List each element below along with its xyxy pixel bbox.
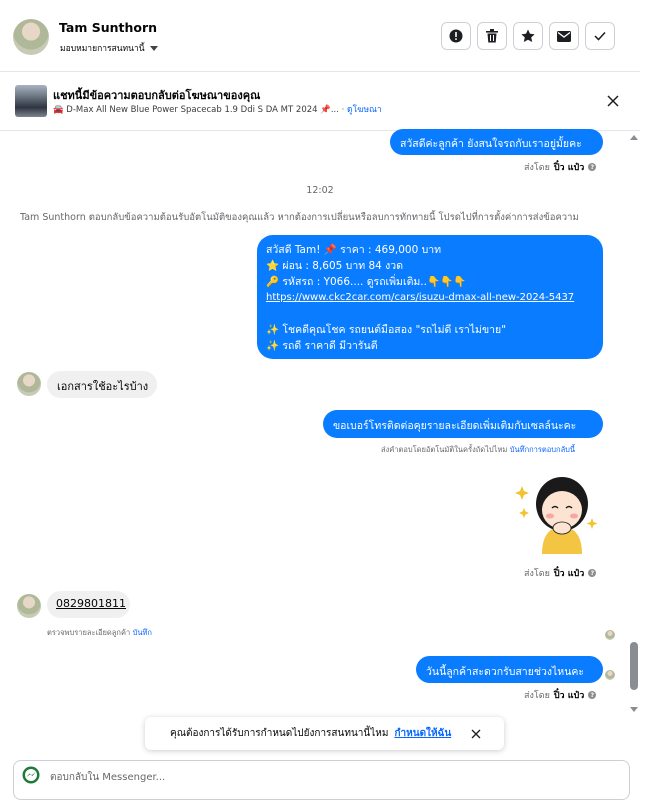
save-details-link[interactable]: บันทึก [133,628,152,637]
outgoing-message-listing[interactable]: สวัสดี Tam! 📌 ราคา : 469,000 บาท ⭐ ผ่อน … [257,235,603,359]
mail-icon [557,30,571,42]
sparkle-icon [586,518,598,529]
sticker[interactable] [512,468,604,554]
contact-avatar-small[interactable] [17,594,41,618]
message-text: วันนี้ลูกค้าสะดวกรับสายช่วงไหนคะ [426,666,585,678]
sent-by-label: ส่งโดย ปิ๋ว แป๋ว ? [524,566,597,580]
message-timestamp: 12:02 [306,185,334,196]
report-icon [449,29,463,43]
seen-avatar [605,630,615,640]
message-line: 🔑 รหัสรถ : Y066.... ดูรถเพิ่มเติม..👇👇👇 [266,276,467,288]
trash-icon [486,29,498,43]
mark-unread-button[interactable] [549,22,579,50]
assign-toast: คุณต้องการได้รับการกำหนดไปยังการสนทนานี้… [145,717,504,750]
save-reply-link[interactable]: บันทึกการตอบกลับนี้ [510,445,575,454]
help-icon[interactable]: ? [588,569,597,577]
auto-reply-note: ส่งคำตอบโดยอัตโนมัติในครั้งถัดไปไหม บันท… [381,445,576,454]
ad-text: 🚘 D-Max All New Blue Power Spacecab 1.9 … [53,105,339,115]
incoming-message-phone[interactable]: 0829801811 [47,591,130,618]
close-icon [607,95,619,107]
sender-name: ปิ๋ว แป๋ว [553,163,585,173]
sent-by-label: ส่งโดย ปิ๋ว แป๋ว ? [524,160,597,174]
scroll-up-icon [630,135,638,140]
outgoing-message[interactable]: ขอเบอร์โทรติดต่อคุยรายละเอียดเพิ่มเติมกั… [323,410,603,438]
sparkle-icon [519,508,529,518]
star-button[interactable] [513,22,543,50]
ad-thumbnail[interactable] [15,85,47,117]
message-line: ✨ โชคดีคุณโชค รถยนต์มือสอง "รถไม่ดี เราไ… [266,324,507,336]
close-banner-button[interactable] [604,92,622,110]
sent-by-label: ส่งโดย ปิ๋ว แป๋ว ? [524,688,597,702]
assign-label: มอบหมายการสนทนานี้ [60,44,145,54]
messenger-icon [22,766,40,784]
view-ad-link[interactable]: ดูโฆษณา [347,105,382,115]
seen-avatar [605,670,615,680]
message-scrollbar[interactable] [628,130,640,720]
toast-text: คุณต้องการได้รับการกำหนดไปยังการสนทนานี้… [170,728,389,739]
scroll-down-icon [630,707,638,712]
sender-name: ปิ๋ว แป๋ว [553,691,585,701]
conversation-header [0,0,640,72]
contact-avatar-small[interactable] [17,372,41,396]
sticker-hands [552,521,572,535]
close-icon[interactable] [471,729,481,739]
message-text: เอกสารใช้อะไรบ้าง [57,380,149,393]
incoming-message[interactable]: เอกสารใช้อะไรบ้าง [47,371,157,398]
assign-conversation-dropdown[interactable]: มอบหมายการสนทนานี้ [60,41,158,55]
system-note: Tam Sunthorn ตอบกลับข้อความต้อนรับอัตโนม… [20,212,579,223]
phone-number-link[interactable]: 0829801811 [56,597,126,610]
message-line: สวัสดี Tam! 📌 ราคา : 469,000 บาท [266,244,442,256]
contact-name[interactable]: Tam Sunthorn [59,20,157,35]
message-line [266,306,594,322]
help-icon[interactable]: ? [588,163,597,171]
report-button[interactable] [441,22,471,50]
caret-down-icon [149,45,158,51]
contact-avatar[interactable] [13,19,49,55]
listing-link[interactable]: https://www.ckc2car.com/cars/isuzu-dmax-… [266,290,594,306]
outgoing-message[interactable]: วันนี้ลูกค้าสะดวกรับสายช่วงไหนคะ [416,656,603,683]
message-text: ขอเบอร์โทรติดต่อคุยรายละเอียดเพิ่มเติมกั… [333,420,577,432]
mark-done-button[interactable] [585,22,615,50]
customer-details-note: ตรวจพบรายละเอียดลูกค้า บันทึก [47,628,152,637]
composer-placeholder[interactable]: ตอบกลับใน Messenger... [50,770,165,785]
sparkle-icon [515,486,529,500]
message-line: ⭐ ผ่อน : 8,605 บาท 84 งวด [266,260,404,272]
scrollbar-track [630,135,638,712]
ad-banner-subtitle: 🚘 D-Max All New Blue Power Spacecab 1.9 … [53,105,382,115]
star-icon [521,29,535,42]
delete-button[interactable] [477,22,507,50]
assign-to-me-link[interactable]: กำหนดให้ฉัน [394,726,451,741]
message-text: สวัสดีค่ะลูกค้า ยังสนใจรถกับเราอยู่มั้ยค… [400,138,582,150]
outgoing-message[interactable]: สวัสดีค่ะลูกค้า ยังสนใจรถกับเราอยู่มั้ยค… [390,129,603,155]
check-icon [594,31,606,41]
scroll-thumb [630,642,638,690]
message-line: ✨ รถดี ราคาดี มีวารันตี [266,340,378,352]
help-icon[interactable]: ? [588,691,597,699]
sender-name: ปิ๋ว แป๋ว [553,569,585,579]
